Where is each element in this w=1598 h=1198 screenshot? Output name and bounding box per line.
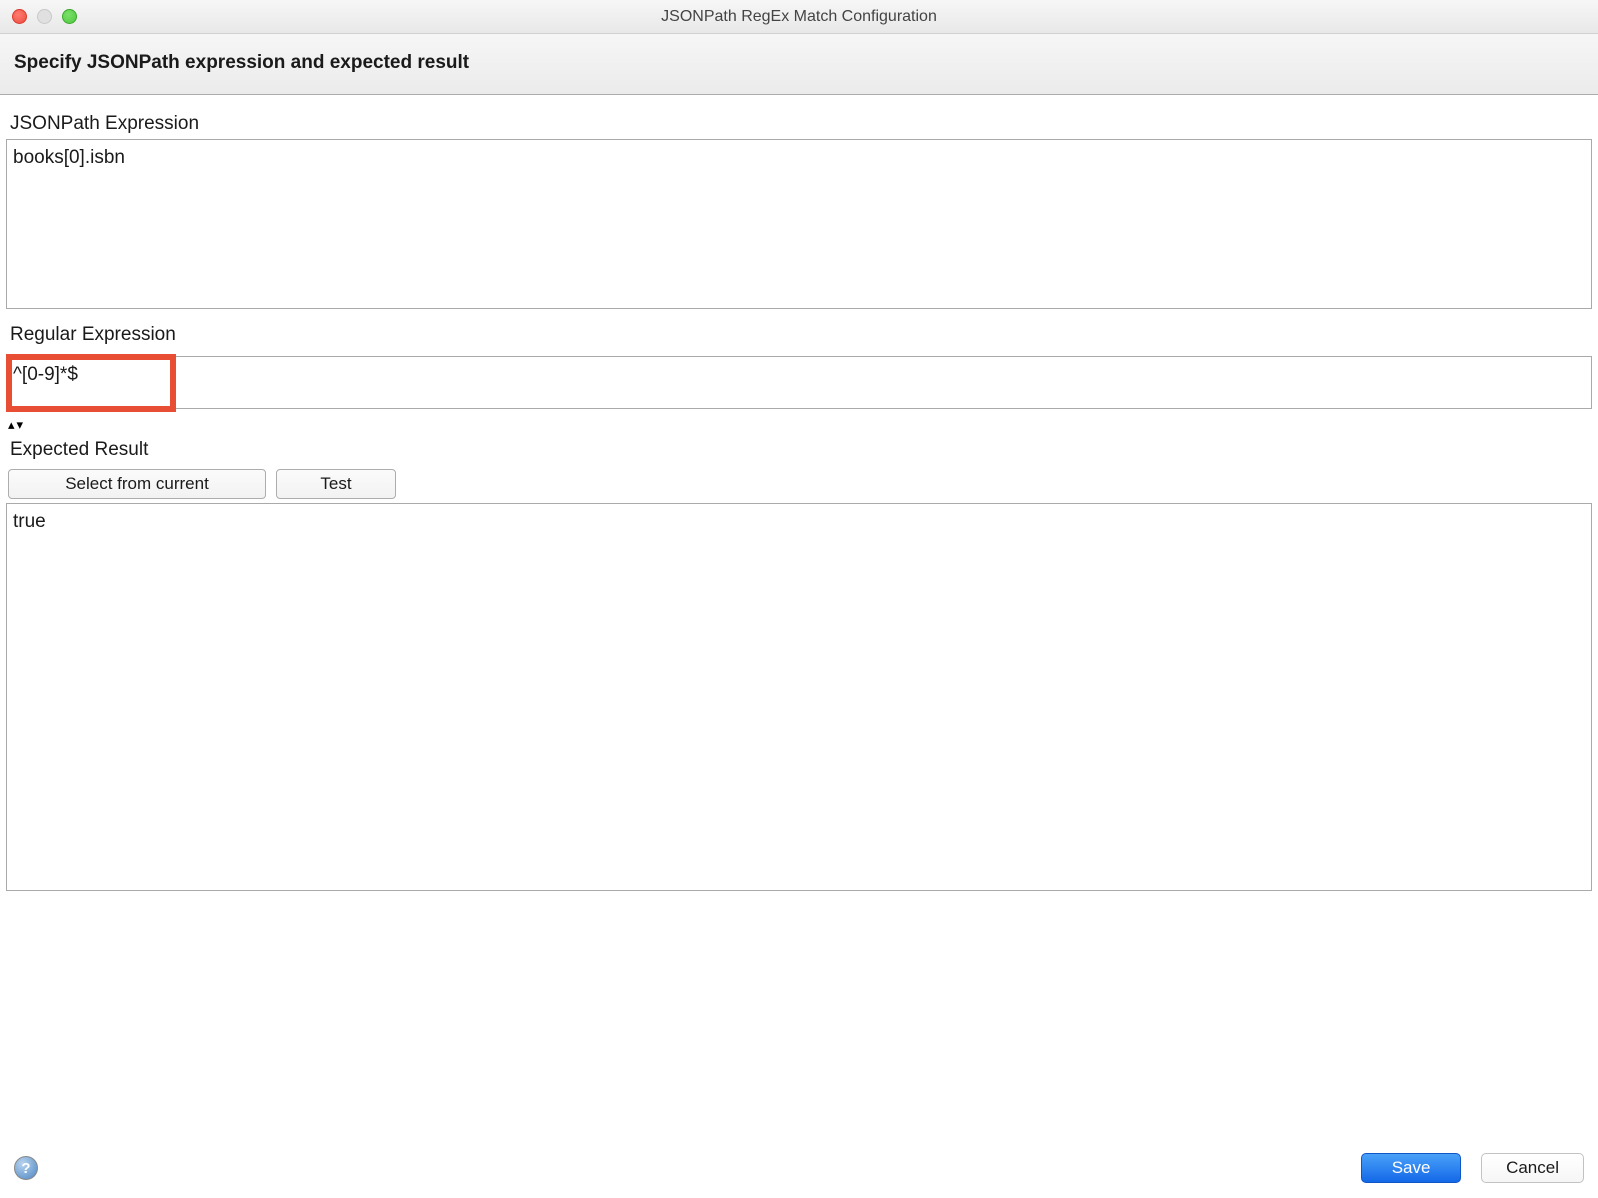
window-title: JSONPath RegEx Match Configuration [661,8,937,26]
dialog-footer: ? Save Cancel [0,1148,1598,1198]
window-titlebar: JSONPath RegEx Match Configuration [0,0,1598,34]
regex-label: Regular Expression [6,314,1592,350]
regex-input[interactable] [6,356,1592,409]
save-button[interactable]: Save [1361,1153,1461,1183]
expected-result-input[interactable] [6,503,1592,891]
regex-container [6,356,1592,414]
arrow-down-icon[interactable]: ▾ [17,418,24,431]
dialog-content: JSONPath Expression Regular Expression ▴… [0,95,1598,896]
expected-result-label: Expected Result [6,433,1592,465]
sort-arrows: ▴ ▾ [6,414,1592,433]
dialog-header: Specify JSONPath expression and expected… [0,34,1598,95]
jsonpath-input[interactable] [6,139,1592,309]
select-from-current-button[interactable]: Select from current [8,469,266,499]
expected-buttons-row: Select from current Test [6,465,1592,503]
maximize-window-button[interactable] [62,9,77,24]
test-button[interactable]: Test [276,469,396,499]
jsonpath-label: JSONPath Expression [6,107,1592,139]
arrow-up-icon[interactable]: ▴ [8,418,15,431]
dialog-header-title: Specify JSONPath expression and expected… [14,52,1584,74]
cancel-button[interactable]: Cancel [1481,1153,1584,1183]
minimize-window-button[interactable] [37,9,52,24]
traffic-lights [0,9,77,24]
help-icon[interactable]: ? [14,1156,38,1180]
close-window-button[interactable] [12,9,27,24]
